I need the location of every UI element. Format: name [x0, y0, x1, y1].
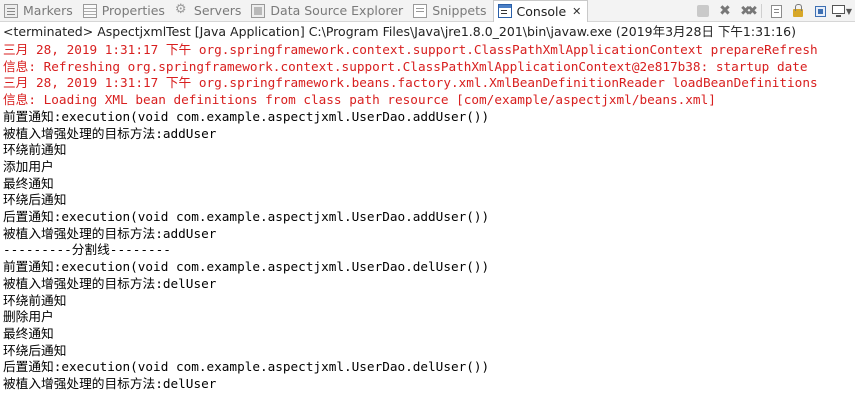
console-output-line: 环绕后通知 — [3, 192, 67, 208]
servers-icon — [175, 2, 189, 18]
display-console-button[interactable]: ▼ — [831, 1, 853, 21]
tab-snippets[interactable]: Snippets — [409, 0, 492, 22]
remove-icon: ✖ — [719, 3, 731, 19]
tab-data-source-explorer[interactable]: Data Source Explorer — [247, 0, 409, 22]
console-output-line: 前置通知:execution(void com.example.aspectjx… — [3, 259, 490, 275]
console-output-line: 前置通知:execution(void com.example.aspectjx… — [3, 108, 490, 124]
view-tab-bar: Markers Properties Servers Data Source E… — [0, 0, 855, 22]
console-error-line: 信息: Refreshing org.springframework.conte… — [3, 58, 808, 74]
console-output-line: 被植入增强处理的目标方法:delUser — [3, 275, 217, 291]
remove-all-terminated-button[interactable]: ✖✖ — [736, 1, 758, 21]
close-icon[interactable]: ✕ — [572, 5, 581, 18]
tab-label: Servers — [193, 3, 242, 18]
tab-label: Data Source Explorer — [270, 3, 404, 18]
console-output-line: 后置通知:execution(void com.example.aspectjx… — [3, 359, 490, 375]
console-error-line: 信息: Loading XML bean definitions from cl… — [3, 92, 716, 108]
console-output-line: 后置通知:execution(void com.example.aspectjx… — [3, 209, 490, 225]
clear-console-icon — [770, 4, 782, 18]
pin-icon — [814, 5, 827, 18]
console-icon — [497, 4, 512, 18]
console-output-line: 环绕前通知 — [3, 292, 67, 308]
tab-label: Properties — [101, 3, 165, 18]
data-source-explorer-icon — [251, 3, 266, 18]
tab-servers[interactable]: Servers — [171, 0, 248, 22]
pin-console-button[interactable] — [809, 1, 831, 21]
console-output-line: 被植入增强处理的目标方法:delUser — [3, 376, 217, 392]
remove-launch-button[interactable]: ✖ — [714, 1, 736, 21]
properties-icon — [82, 3, 97, 18]
console-output-line: 环绕前通知 — [3, 142, 67, 158]
markers-icon — [4, 3, 18, 18]
console-output-line: 被植入增强处理的目标方法:addUser — [3, 125, 217, 141]
console-output-line: ---------分割线-------- — [3, 242, 171, 258]
remove-all-icon: ✖✖ — [740, 3, 758, 19]
console-output-line: 环绕后通知 — [3, 342, 67, 358]
tab-label: Markers — [23, 3, 73, 18]
stop-icon — [697, 5, 709, 17]
console-status-line: <terminated> AspectjxmlTest [Java Applic… — [3, 24, 796, 39]
terminate-button[interactable] — [692, 1, 714, 21]
console-error-line: 三月 28, 2019 1:31:17 下午 org.springframewo… — [3, 42, 818, 57]
console-toolbar: ✖ ✖✖ ▼ — [692, 0, 853, 22]
tab-markers[interactable]: Markers — [0, 0, 79, 22]
tab-console[interactable]: Console ✕ — [492, 0, 589, 22]
console-output-line: 最终通知 — [3, 175, 54, 191]
tab-label: Snippets — [432, 3, 487, 18]
snippets-icon — [413, 3, 428, 18]
toolbar-separator — [758, 1, 765, 21]
chevron-down-icon[interactable]: ▼ — [846, 7, 852, 16]
console-output-line: 删除用户 — [3, 309, 54, 325]
scroll-lock-button[interactable] — [787, 1, 809, 21]
console-output[interactable]: 三月 28, 2019 1:31:17 下午 org.springframewo… — [0, 42, 855, 393]
console-error-line: 三月 28, 2019 1:31:17 下午 org.springframewo… — [3, 75, 818, 91]
tab-properties[interactable]: Properties — [79, 0, 171, 22]
scroll-lock-icon — [792, 4, 804, 18]
monitor-icon — [831, 5, 845, 17]
clear-console-button[interactable] — [765, 1, 787, 21]
console-output-line: 添加用户 — [3, 158, 54, 174]
tab-label: Console — [516, 3, 567, 19]
console-output-line: 被植入增强处理的目标方法:addUser — [3, 225, 217, 241]
console-output-line: 最终通知 — [3, 325, 54, 341]
